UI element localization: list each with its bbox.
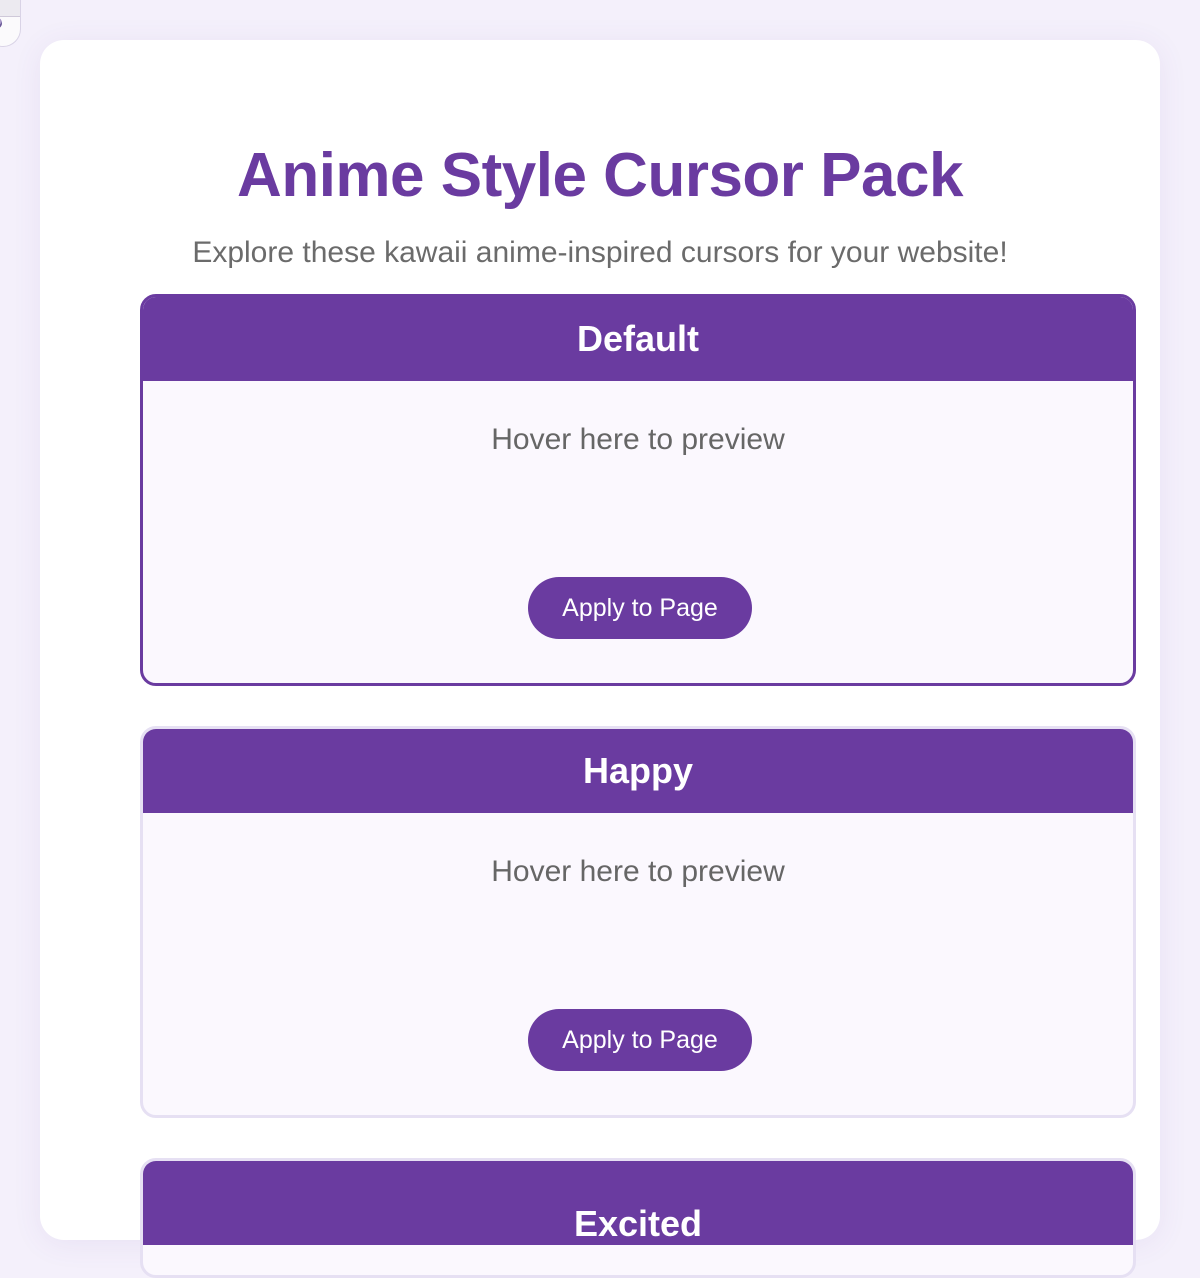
cursor-preview-area[interactable]: Hover here to preview Apply to Page [143,813,1133,1113]
avatar-hair [0,0,20,17]
cursor-card-title: Default [143,297,1133,381]
page-subtitle: Explore these kawaii anime-inspired curs… [192,236,1008,269]
cursor-card-happy: Happy Hover here to preview Apply to Pag… [140,726,1136,1118]
page-title: Anime Style Cursor Pack [237,141,963,210]
anime-avatar-icon [0,0,20,46]
cursor-card-title: Excited [143,1161,1133,1245]
cursor-card-title: Happy [143,729,1133,813]
preview-hint: Hover here to preview [491,855,785,888]
avatar-eye [0,18,2,28]
main-container: Anime Style Cursor Pack Explore these ka… [40,40,1160,1278]
apply-to-page-button[interactable]: Apply to Page [528,577,752,639]
apply-to-page-button[interactable]: Apply to Page [528,1009,752,1071]
cursor-preview-area[interactable]: Hover here to preview Apply to Page [143,381,1133,681]
cursor-card-default: Default Hover here to preview Apply to P… [140,294,1136,686]
preview-hint: Hover here to preview [491,423,785,456]
cursor-card-excited: Excited [140,1158,1136,1278]
